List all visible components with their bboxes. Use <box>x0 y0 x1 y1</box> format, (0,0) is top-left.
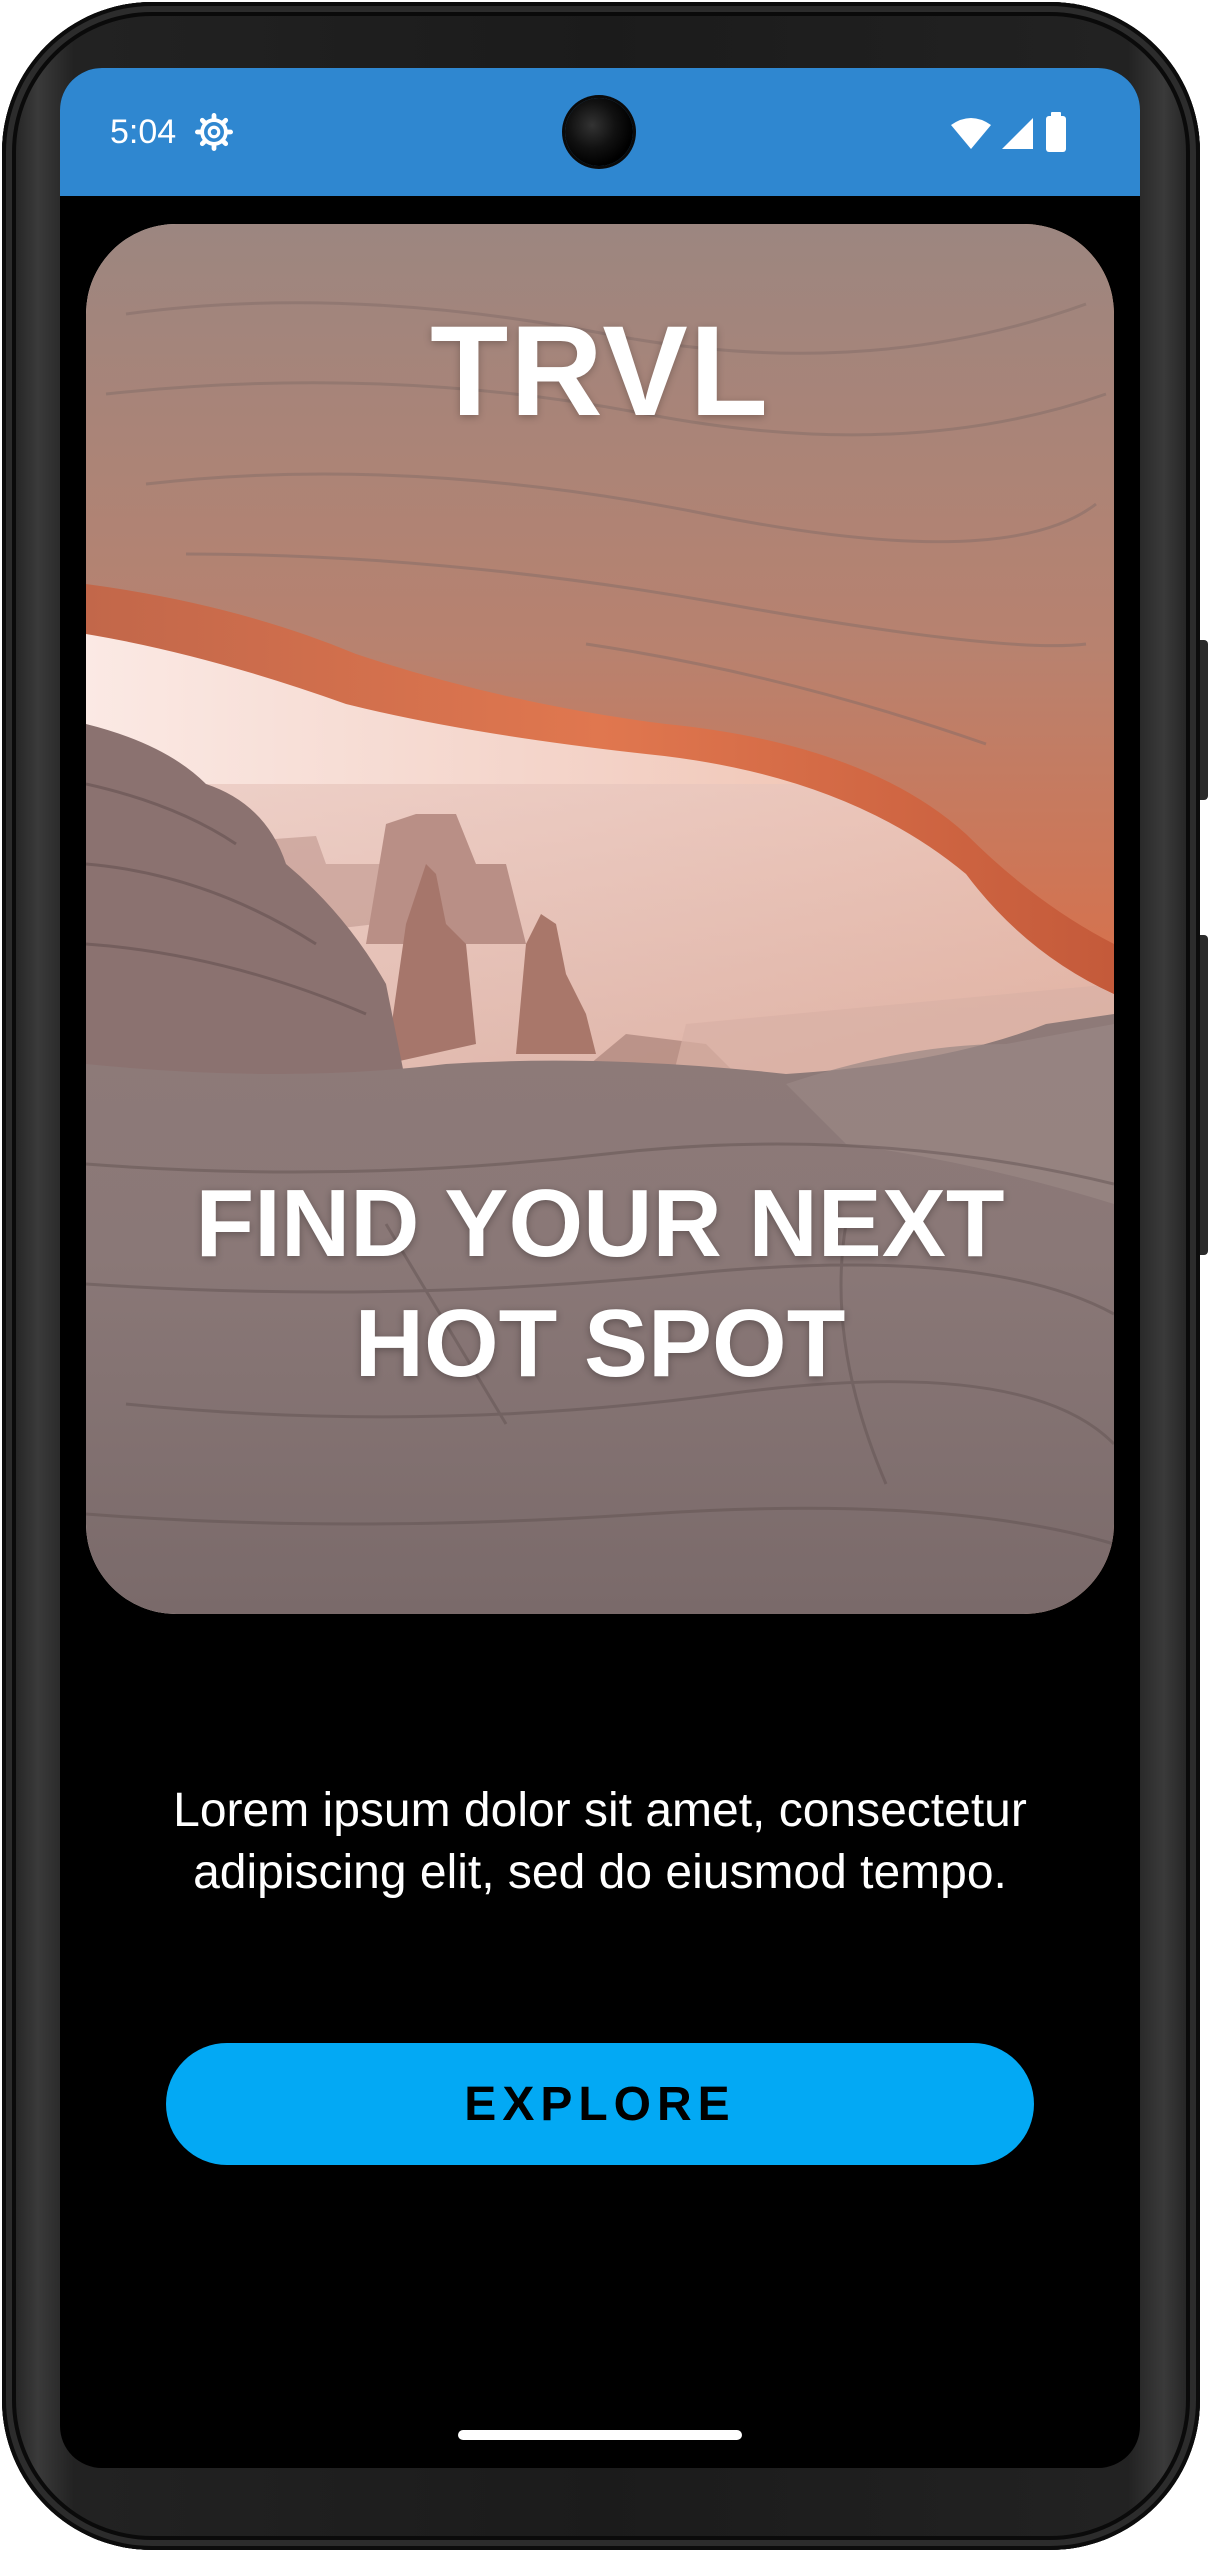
explore-button[interactable]: EXPLORE <box>166 2043 1034 2165</box>
description-text: Lorem ipsum dolor sit amet, consectetur … <box>173 1784 1027 1899</box>
volume-button <box>1200 935 1208 1255</box>
battery-icon <box>1046 112 1066 152</box>
screen: 5:04 TRVL FIND YOUR NEXT HOT SPOT Lorem … <box>60 68 1140 2468</box>
front-camera <box>565 98 633 166</box>
explore-button-label: EXPLORE <box>464 2077 736 2131</box>
gear-icon <box>195 113 233 151</box>
status-bar: 5:04 <box>60 68 1140 196</box>
phone-frame: 5:04 TRVL FIND YOUR NEXT HOT SPOT Lorem … <box>0 0 1209 2553</box>
signal-icon <box>1002 118 1033 149</box>
status-time: 5:04 <box>110 113 177 151</box>
app-title: TRVL <box>430 300 770 443</box>
home-indicator[interactable] <box>458 2430 742 2440</box>
wifi-icon <box>951 118 991 149</box>
hero-tagline: FIND YOUR NEXT HOT SPOT <box>195 1170 1005 1397</box>
hero-card: TRVL FIND YOUR NEXT HOT SPOT <box>86 224 1114 1614</box>
power-button <box>1200 640 1208 800</box>
